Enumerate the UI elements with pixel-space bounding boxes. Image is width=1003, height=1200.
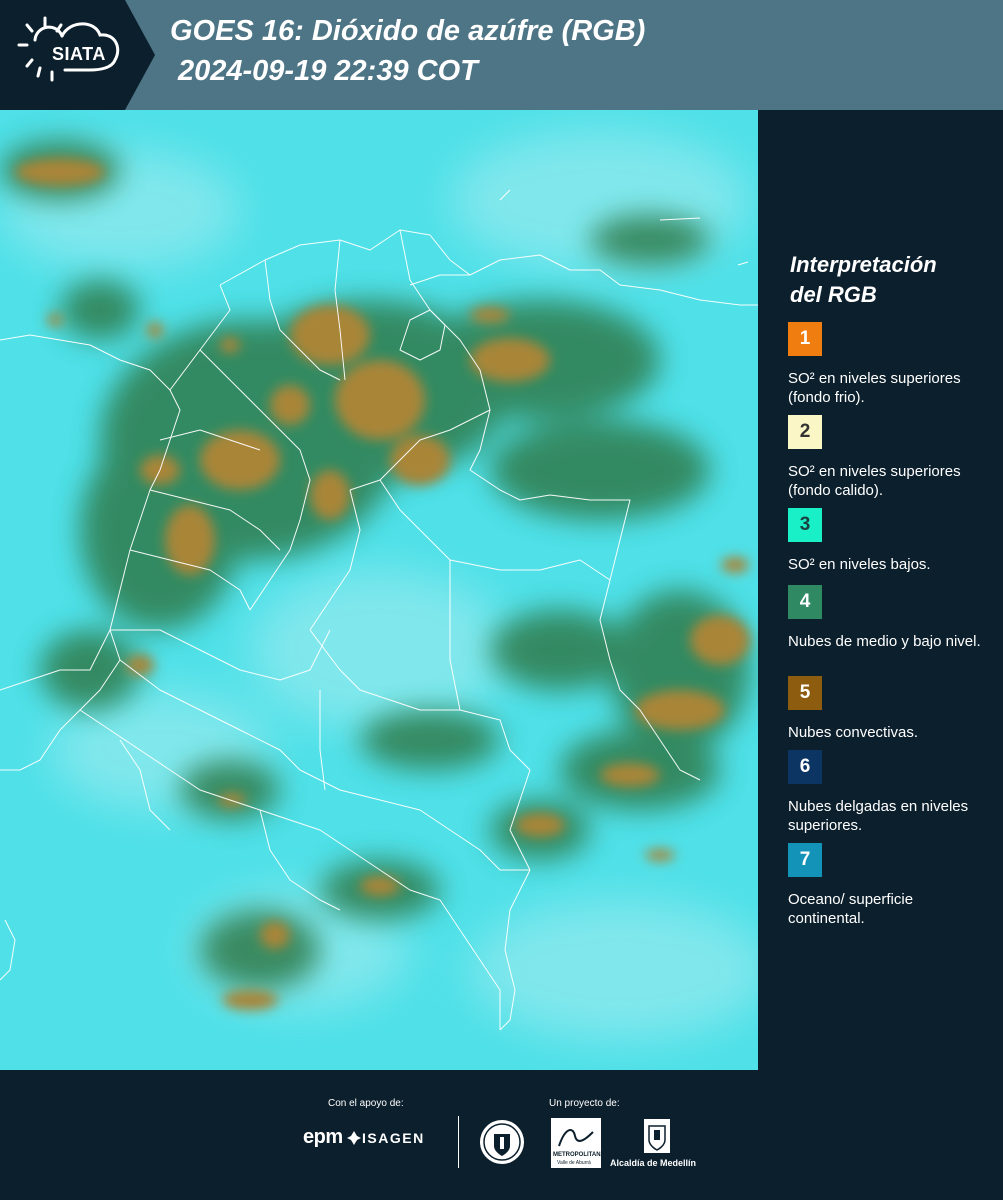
legend-text: SO² en niveles superiores (fondo frio). xyxy=(788,370,961,406)
legend-text: SO² en niveles superiores (fondo calido)… xyxy=(788,463,961,499)
isagen-logo: ISAGEN xyxy=(362,1130,425,1146)
legend-item-5: 5 Nubes convectivas. xyxy=(788,676,993,742)
legend-item-1: 1 SO² en niveles superiores (fondo frio)… xyxy=(788,322,993,407)
footer-divider xyxy=(458,1116,459,1168)
legend-swatch: 2 xyxy=(788,415,822,449)
legend-swatch: 4 xyxy=(788,585,822,619)
legend-item-6: 6 Nubes delgadas en niveles superiores. xyxy=(788,750,993,835)
legend-item-7: 7 Oceano/ superficie continental. xyxy=(788,843,993,928)
legend-item-4: 4 Nubes de medio y bajo nivel. xyxy=(788,585,993,651)
isagen-icon xyxy=(347,1131,361,1145)
legend-item-3: 3 SO² en niveles bajos. xyxy=(788,508,993,574)
legend-panel: Interpretación del RGB 1 SO² en niveles … xyxy=(760,110,1003,1070)
satellite-image xyxy=(0,110,758,1070)
legend-swatch: 1 xyxy=(788,322,822,356)
legend-title: Interpretación del RGB xyxy=(790,252,937,307)
legend-swatch: 3 xyxy=(788,508,822,542)
legend-swatch: 7 xyxy=(788,843,822,877)
satellite-map xyxy=(0,110,758,1070)
logo-text: SIATA xyxy=(52,44,106,64)
alcaldia-seal-icon xyxy=(644,1119,670,1153)
page-timestamp: 2024-09-19 22:39 COT xyxy=(178,55,478,87)
legend-text: Oceano/ superficie continental. xyxy=(788,891,914,927)
legend-text: SO² en niveles bajos. xyxy=(788,556,931,573)
support-label: Con el apoyo de: xyxy=(328,1098,404,1109)
legend-swatch: 6 xyxy=(788,750,822,784)
area-line1: METROPOLITANA xyxy=(553,1152,605,1158)
medellin-seal-icon xyxy=(480,1120,524,1164)
page-title: GOES 16: Dióxido de azúfre (RGB) xyxy=(170,15,646,47)
header-bar: SIATA GOES 16: Dióxido de azúfre (RGB) 2… xyxy=(0,0,1003,110)
legend-text: Nubes delgadas en niveles superiores. xyxy=(788,798,969,834)
alcaldia-label: Alcaldía de Medellín xyxy=(610,1158,697,1168)
project-label: Un proyecto de: xyxy=(549,1098,620,1109)
legend-text: Nubes convectivas. xyxy=(788,724,919,741)
area-line2: Valle de Aburrá xyxy=(557,1160,591,1166)
epm-logo: epm xyxy=(303,1126,343,1148)
siata-logo: SIATA xyxy=(0,0,155,110)
footer: Con el apoyo de: Un proyecto de: epm ISA… xyxy=(0,1070,1003,1200)
legend-item-2: 2 SO² en niveles superiores (fondo calid… xyxy=(788,415,993,500)
legend-text: Nubes de medio y bajo nivel. xyxy=(788,633,981,650)
legend-swatch: 5 xyxy=(788,676,822,710)
